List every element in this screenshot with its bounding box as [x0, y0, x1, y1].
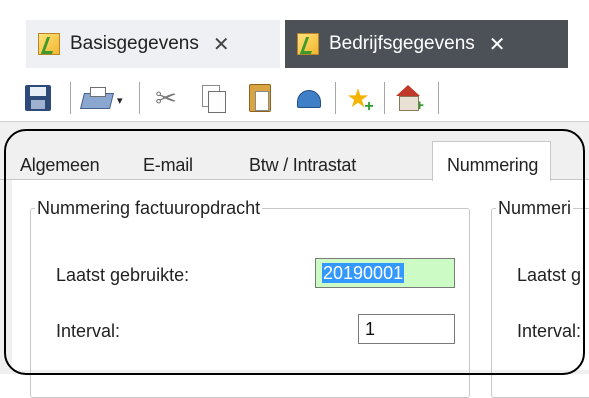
document-tab-strip: Basisgegevens ✕ Bedrijfsgegevens ✕	[0, 0, 589, 74]
tab-btw-intrastat[interactable]: Btw / Intrastat	[249, 155, 356, 176]
app-icon	[297, 33, 319, 55]
laatst-gebruikte-input[interactable]: 20190001	[315, 258, 455, 288]
doc-tab-bedrijfsgegevens[interactable]: Bedrijfsgegevens ✕	[285, 20, 568, 68]
field-label: Laatst g	[517, 265, 582, 285]
undo-icon	[293, 88, 323, 108]
tab-email[interactable]: E-mail	[143, 155, 193, 176]
group-title: Nummeri	[498, 198, 572, 218]
chevron-down-icon[interactable]: ▾	[117, 94, 123, 107]
group-title: Nummering factuuropdracht	[37, 198, 261, 218]
toolbar-separator	[70, 82, 71, 114]
toolbar: ▾ ✂ ★ +	[0, 74, 589, 122]
cut-icon: ✂	[155, 83, 177, 113]
paste-button[interactable]	[244, 82, 276, 114]
tab-nummering[interactable]: Nummering	[432, 141, 552, 181]
interval-input[interactable]: 1	[358, 314, 455, 344]
undo-button[interactable]	[292, 82, 324, 114]
tab-algemeen[interactable]: Algemeen	[20, 155, 100, 176]
group-nummering-second: Nummeri	[491, 198, 589, 398]
print-icon	[82, 87, 110, 109]
save-icon	[25, 85, 51, 111]
field-label: Laatst gebruikte:	[56, 265, 190, 285]
doc-tab-basisgegevens[interactable]: Basisgegevens ✕	[26, 20, 280, 68]
cut-button[interactable]: ✂	[150, 82, 182, 114]
doc-tab-label: Basisgegevens	[70, 33, 199, 54]
add-home-button[interactable]: +	[392, 82, 424, 114]
app-window: Basisgegevens ✕ Bedrijfsgegevens ✕ ▾ ✂ ★…	[0, 0, 589, 398]
close-icon[interactable]: ✕	[489, 32, 506, 57]
input-value: 20190001	[322, 263, 405, 283]
add-home-icon: +	[394, 85, 424, 113]
toolbar-separator	[139, 82, 140, 114]
field-label: Interval:	[56, 321, 121, 341]
save-button[interactable]	[22, 82, 54, 114]
paste-icon	[249, 84, 271, 112]
input-value: 1	[365, 319, 376, 339]
app-icon	[38, 33, 60, 55]
close-icon[interactable]: ✕	[213, 32, 230, 57]
add-favorite-icon: ★	[346, 85, 374, 115]
field-label: Interval:	[517, 321, 582, 341]
toolbar-separator	[335, 82, 336, 114]
print-button[interactable]	[80, 82, 112, 114]
copy-icon	[202, 85, 226, 113]
add-favorite-button[interactable]: ★	[342, 82, 374, 115]
toolbar-separator	[384, 82, 385, 114]
doc-tab-label: Bedrijfsgegevens	[329, 33, 475, 54]
group-nummering-factuuropdracht: Nummering factuuropdracht	[30, 198, 470, 398]
toolbar-separator	[438, 82, 439, 114]
copy-button[interactable]	[197, 82, 229, 114]
settings-tab-strip: Algemeen E-mail Btw / Intrastat Nummerin…	[0, 141, 589, 181]
